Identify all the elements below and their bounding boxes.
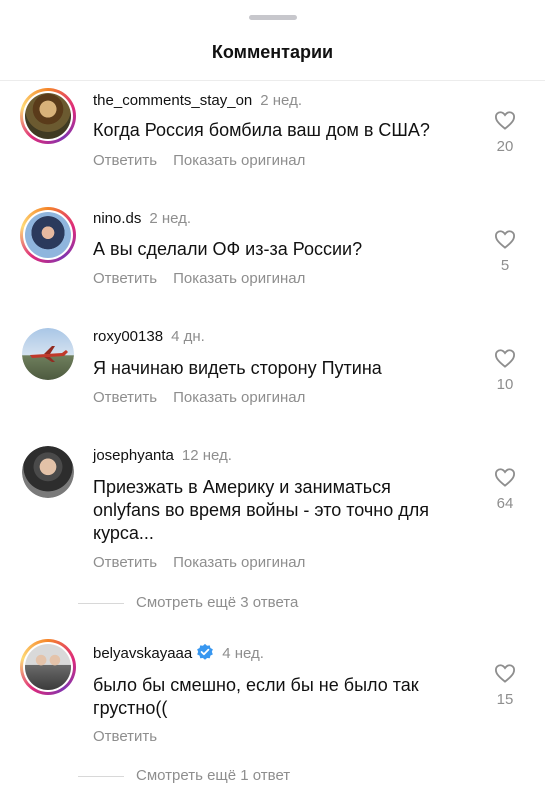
show-original-button[interactable]: Показать оригинал <box>173 554 305 571</box>
like-count: 64 <box>496 495 514 512</box>
comment-text: Когда Россия бомбила ваш дом в США? <box>93 120 430 140</box>
like-count: 20 <box>496 138 514 155</box>
reply-button[interactable]: Ответить <box>93 152 157 169</box>
comment-meta: nino.ds 2 нед. <box>93 210 191 227</box>
like-button[interactable]: 64 <box>492 467 518 512</box>
comment-meta: josephyanta 12 нед. <box>93 447 232 464</box>
reply-thread-line <box>78 775 124 777</box>
like-button[interactable]: 15 <box>492 663 518 708</box>
avatar[interactable] <box>20 207 76 263</box>
person-avatar-icon <box>25 212 71 258</box>
comment-text: А вы сделали ОФ из-за России? <box>93 239 363 259</box>
comment-time: 4 дн. <box>171 328 205 345</box>
comment-username[interactable]: josephyanta <box>93 447 174 464</box>
heart-icon <box>494 349 516 368</box>
painting-avatar-icon <box>25 93 71 139</box>
view-more-replies-label: Смотреть ещё 1 ответ <box>136 767 291 784</box>
like-count: 10 <box>496 376 514 393</box>
reply-button[interactable]: Ответить <box>93 389 157 406</box>
header-divider <box>0 80 545 81</box>
like-count: 5 <box>500 257 510 274</box>
comment-meta: the_comments_stay_on 2 нед. <box>93 92 302 109</box>
comment-actions: Ответить Показать оригинал <box>93 554 305 571</box>
sheet-grabber[interactable] <box>249 15 297 20</box>
comment-time: 4 нед. <box>222 645 264 662</box>
comment-username[interactable]: nino.ds <box>93 210 141 227</box>
like-button[interactable]: 5 <box>492 229 518 274</box>
avatar[interactable] <box>20 639 76 695</box>
comment-text: было бы смешно, если бы не было так грус… <box>93 675 419 718</box>
heart-icon <box>494 230 516 249</box>
heart-icon <box>494 664 516 683</box>
view-more-replies-label: Смотреть ещё 3 ответа <box>136 594 299 611</box>
comment-meta: roxy00138 4 дн. <box>93 328 205 345</box>
avatar[interactable] <box>22 446 74 498</box>
comment-username[interactable]: the_comments_stay_on <box>93 92 252 109</box>
comment-meta: belyavskayaaa 4 нед. <box>93 643 264 662</box>
verified-badge-icon <box>197 643 214 660</box>
comment-time: 12 нед. <box>181 447 232 464</box>
heart-icon <box>494 468 516 487</box>
comment-actions: Ответить Показать оригинал <box>93 270 305 287</box>
avatar[interactable] <box>22 328 74 380</box>
show-original-button[interactable]: Показать оригинал <box>173 270 305 287</box>
heart-icon <box>494 111 516 130</box>
person-avatar-icon <box>22 446 74 498</box>
reply-button[interactable]: Ответить <box>93 270 157 287</box>
show-original-button[interactable]: Показать оригинал <box>173 152 305 169</box>
show-original-button[interactable]: Показать оригинал <box>173 389 305 406</box>
comment-time: 2 нед. <box>260 92 302 109</box>
like-count: 15 <box>496 691 514 708</box>
reply-button[interactable]: Ответить <box>93 728 157 745</box>
couple-avatar-icon <box>25 644 71 690</box>
comment-username[interactable]: roxy00138 <box>93 328 163 345</box>
page-title: Комментарии <box>211 42 334 62</box>
reply-button[interactable]: Ответить <box>93 554 157 571</box>
avatar[interactable] <box>20 88 76 144</box>
view-more-replies-button[interactable]: Смотреть ещё 3 ответа <box>78 594 298 611</box>
comment-time: 2 нед. <box>149 210 192 227</box>
like-button[interactable]: 20 <box>492 110 518 155</box>
view-more-replies-button[interactable]: Смотреть ещё 1 ответ <box>78 767 290 784</box>
like-button[interactable]: 10 <box>492 348 518 393</box>
comment-actions: Ответить <box>93 728 157 745</box>
airplane-avatar-icon <box>22 328 74 380</box>
comment-username[interactable]: belyavskayaaa <box>93 645 192 662</box>
reply-thread-line <box>78 602 124 604</box>
comment-actions: Ответить Показать оригинал <box>93 152 305 169</box>
comment-actions: Ответить Показать оригинал <box>93 389 305 406</box>
comment-text: Приезжать в Америку и заниматься onlyfan… <box>93 477 430 543</box>
comment-text: Я начинаю видеть сторону Путина <box>93 358 382 378</box>
